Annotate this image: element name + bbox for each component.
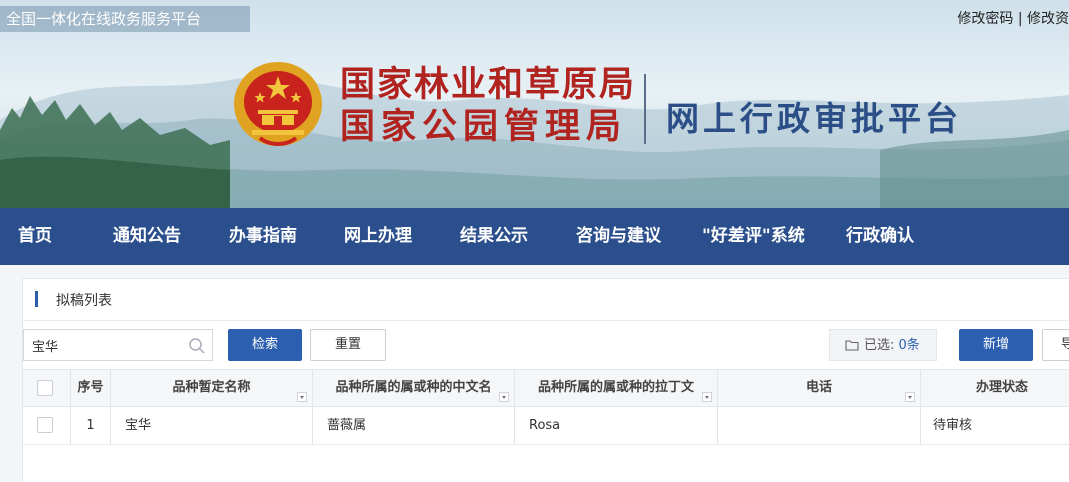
nav-item-home[interactable]: 首页 [18, 208, 52, 265]
select-all-checkbox[interactable] [37, 380, 53, 396]
folder-icon [845, 340, 859, 351]
filter-dropdown-icon[interactable] [297, 392, 307, 402]
nav-item-consult[interactable]: 咨询与建议 [576, 208, 661, 265]
platform-name: 网上行政审批平台 [666, 99, 962, 138]
nav-item-notices[interactable]: 通知公告 [113, 208, 181, 265]
header-select-cell [23, 370, 71, 406]
table-header: 序号 品种暂定名称 品种所属的属或种的中文名 品种所属的属或种的拉丁文 电话 办… [23, 369, 1069, 407]
main-nav: 首页 通知公告 办事指南 网上办理 结果公示 咨询与建议 "好差评"系统 行政确… [0, 208, 1069, 265]
cell-genus-cn: 蔷薇属 [313, 407, 515, 444]
org-names: 国家林业和草原局 国家公园管理局 [340, 64, 636, 148]
header-phone[interactable]: 电话 [718, 370, 921, 406]
header-name[interactable]: 品种暂定名称 [111, 370, 313, 406]
selected-count-box: 已选: 0条 [829, 329, 937, 361]
filter-dropdown-icon[interactable] [499, 392, 509, 402]
nav-item-online-service[interactable]: 网上办理 [344, 208, 412, 265]
draft-list-panel: 拟稿列表 检索 重置 已选: 0条 新增 导 序号 [22, 278, 1069, 482]
header-status: 办理状态 [975, 380, 1028, 395]
link-separator: | [1013, 11, 1027, 27]
portal-tag[interactable]: 全国一体化在线政务服务平台 [0, 6, 250, 32]
header-genus-latin-label: 品种所属的属或种的拉丁文 [537, 380, 694, 395]
org-name-forestry: 国家林业和草原局 [340, 64, 637, 105]
title-accent-bar [35, 291, 38, 307]
filter-dropdown-icon[interactable] [905, 392, 915, 402]
content-area: 拟稿列表 检索 重置 已选: 0条 新增 导 序号 [0, 265, 1069, 482]
panel-title: 拟稿列表 [56, 293, 112, 309]
change-profile-link[interactable]: 修改资 [1027, 11, 1069, 27]
nav-item-guide[interactable]: 办事指南 [229, 208, 297, 265]
panel-header: 拟稿列表 [23, 279, 1069, 321]
cell-index: 1 [71, 407, 111, 444]
filter-dropdown-icon[interactable] [702, 392, 712, 402]
nav-item-confirm[interactable]: 行政确认 [846, 208, 914, 265]
cell-name: 宝华 [111, 407, 313, 444]
header-banner: 全国一体化在线政务服务平台 修改密码 | 修改资 国家林业和草原局 国家公园管理… [0, 0, 1069, 208]
row-select-cell [23, 407, 71, 444]
header-phone-label: 电话 [805, 380, 832, 395]
cell-phone [718, 407, 921, 444]
search-box [23, 329, 213, 361]
header-genus-cn-label: 品种所属的属或种的中文名 [335, 380, 492, 395]
nav-item-rating[interactable]: "好差评"系统 [702, 208, 805, 265]
top-links: 修改密码 | 修改资 [957, 8, 1069, 28]
table-row[interactable]: 1 宝华 蔷薇属 Rosa 待审核 [23, 407, 1069, 445]
national-emblem-icon [234, 62, 322, 146]
reset-button[interactable]: 重置 [310, 329, 386, 361]
nav-item-results[interactable]: 结果公示 [460, 208, 528, 265]
search-input[interactable] [32, 336, 182, 354]
header-genus-cn[interactable]: 品种所属的属或种的中文名 [313, 370, 515, 406]
row-checkbox[interactable] [37, 417, 53, 433]
header-index: 序号 [71, 370, 111, 406]
export-button[interactable]: 导 [1042, 329, 1069, 361]
add-button[interactable]: 新增 [959, 329, 1033, 361]
selected-count: 0条 [898, 338, 920, 353]
header-divider [644, 74, 646, 144]
cell-status: 待审核 [933, 418, 973, 433]
header-name-label: 品种暂定名称 [172, 380, 251, 395]
change-password-link[interactable]: 修改密码 [957, 11, 1013, 27]
header-genus-latin[interactable]: 品种所属的属或种的拉丁文 [515, 370, 718, 406]
search-icon[interactable] [188, 337, 206, 355]
search-button[interactable]: 检索 [228, 329, 302, 361]
cell-genus-latin: Rosa [515, 407, 718, 444]
selected-label: 已选: [864, 338, 899, 353]
org-name-park: 国家公园管理局 [340, 106, 628, 147]
